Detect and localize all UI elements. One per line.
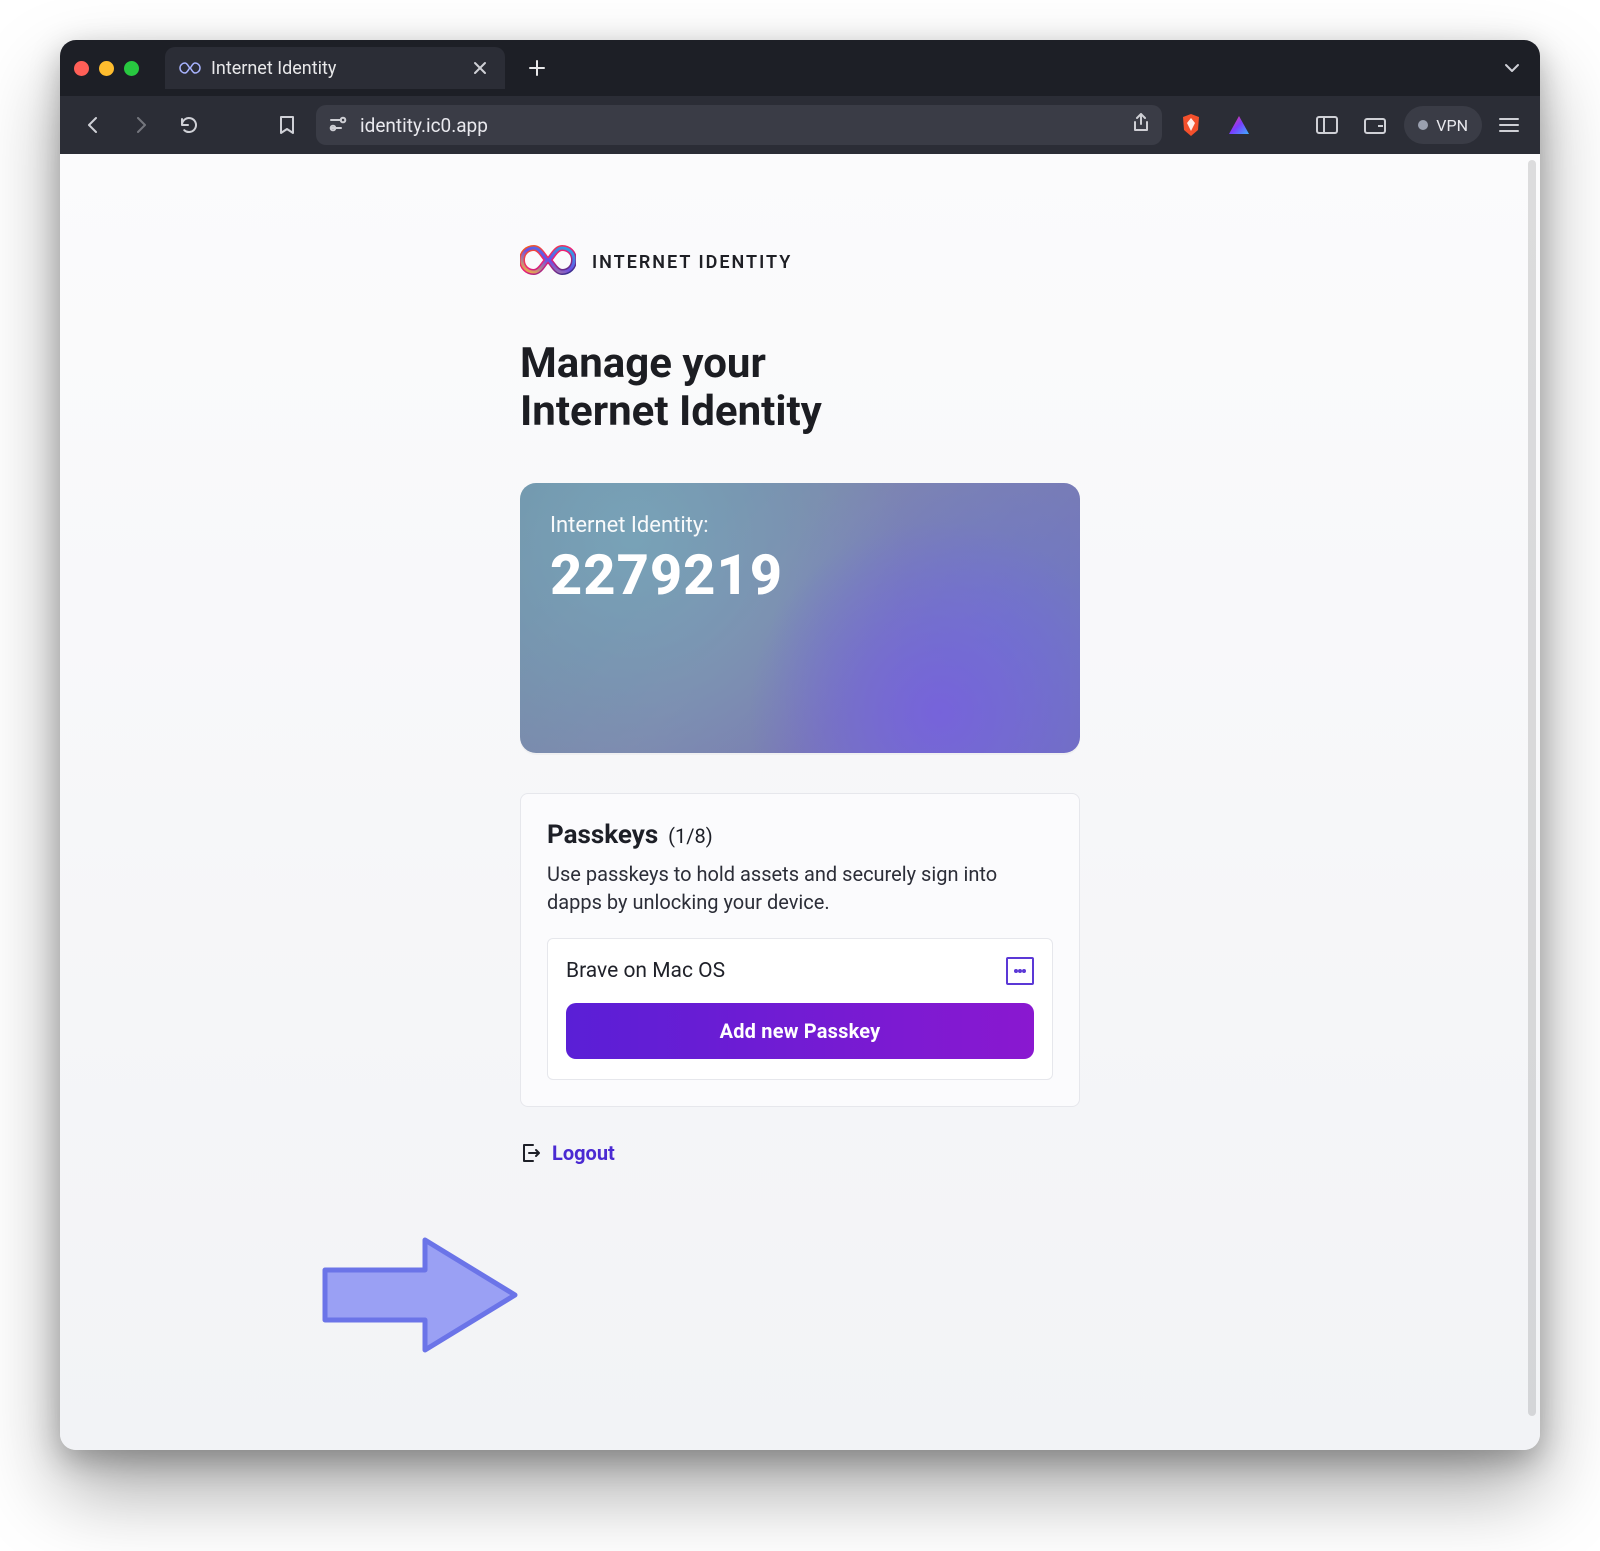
passkeys-list: Brave on Mac OS Add new Passkey [547, 938, 1053, 1080]
vpn-status-button[interactable]: VPN [1404, 106, 1482, 144]
close-window-button[interactable] [74, 61, 89, 76]
heading-line-1: Manage your [520, 339, 766, 388]
new-tab-button[interactable] [521, 52, 553, 84]
address-bar-host: identity.ic0.app [360, 114, 1120, 137]
heading-line-2: Internet Identity [520, 387, 822, 436]
tab-overflow-button[interactable] [1498, 54, 1526, 82]
passkeys-count: (1/8) [668, 824, 713, 848]
address-bar[interactable]: identity.ic0.app [316, 105, 1162, 145]
browser-window: Internet Identity [60, 40, 1540, 1450]
titlebar: Internet Identity [60, 40, 1540, 96]
reload-button[interactable] [170, 106, 208, 144]
browser-tab[interactable]: Internet Identity [165, 47, 505, 89]
callout-arrow-icon [315, 1230, 525, 1364]
identity-number: 2279219 [550, 542, 1050, 608]
sidebar-toggle-icon[interactable] [1308, 106, 1346, 144]
add-passkey-label: Add new Passkey [720, 1019, 881, 1043]
add-passkey-button[interactable]: Add new Passkey [566, 1003, 1034, 1059]
hamburger-menu-button[interactable] [1492, 108, 1526, 142]
maximize-window-button[interactable] [124, 61, 139, 76]
share-icon[interactable] [1132, 113, 1150, 138]
close-tab-button[interactable] [469, 57, 491, 79]
site-settings-icon[interactable] [328, 114, 348, 137]
macos-window-controls [74, 61, 139, 76]
brand-header: INTERNET IDENTITY [520, 244, 1080, 280]
kebab-dot-icon [1022, 969, 1026, 973]
brave-rewards-icon[interactable] [1220, 106, 1258, 144]
back-button[interactable] [74, 106, 112, 144]
minimize-window-button[interactable] [99, 61, 114, 76]
infinity-icon [179, 61, 201, 75]
identity-card: Internet Identity: 2279219 [520, 483, 1080, 753]
passkey-options-button[interactable] [1006, 957, 1034, 985]
passkey-name: Brave on Mac OS [566, 959, 725, 983]
passkeys-description: Use passkeys to hold assets and securely… [547, 860, 1053, 916]
vpn-label: VPN [1436, 116, 1468, 135]
logout-label: Logout [552, 1141, 615, 1165]
infinity-logo-icon [520, 244, 576, 280]
logout-icon [520, 1142, 542, 1164]
passkeys-title: Passkeys [547, 820, 658, 850]
bookmark-button[interactable] [268, 106, 306, 144]
page-title: Manage your Internet Identity [520, 340, 1080, 437]
wallet-icon[interactable] [1356, 106, 1394, 144]
logout-link[interactable]: Logout [520, 1141, 1080, 1165]
identity-card-label: Internet Identity: [550, 513, 1050, 538]
passkey-item: Brave on Mac OS [566, 957, 1034, 985]
vpn-status-dot-icon [1418, 120, 1428, 130]
scrollbar[interactable] [1528, 160, 1536, 1416]
brand-text: INTERNET IDENTITY [592, 252, 792, 273]
page-viewport: INTERNET IDENTITY Manage your Internet I… [60, 154, 1540, 1450]
tab-title: Internet Identity [211, 58, 459, 79]
passkeys-panel: Passkeys (1/8) Use passkeys to hold asse… [520, 793, 1080, 1107]
page-content: INTERNET IDENTITY Manage your Internet I… [520, 244, 1080, 1165]
brave-shields-icon[interactable] [1172, 106, 1210, 144]
browser-toolbar: identity.ic0.app [60, 96, 1540, 154]
forward-button[interactable] [122, 106, 160, 144]
